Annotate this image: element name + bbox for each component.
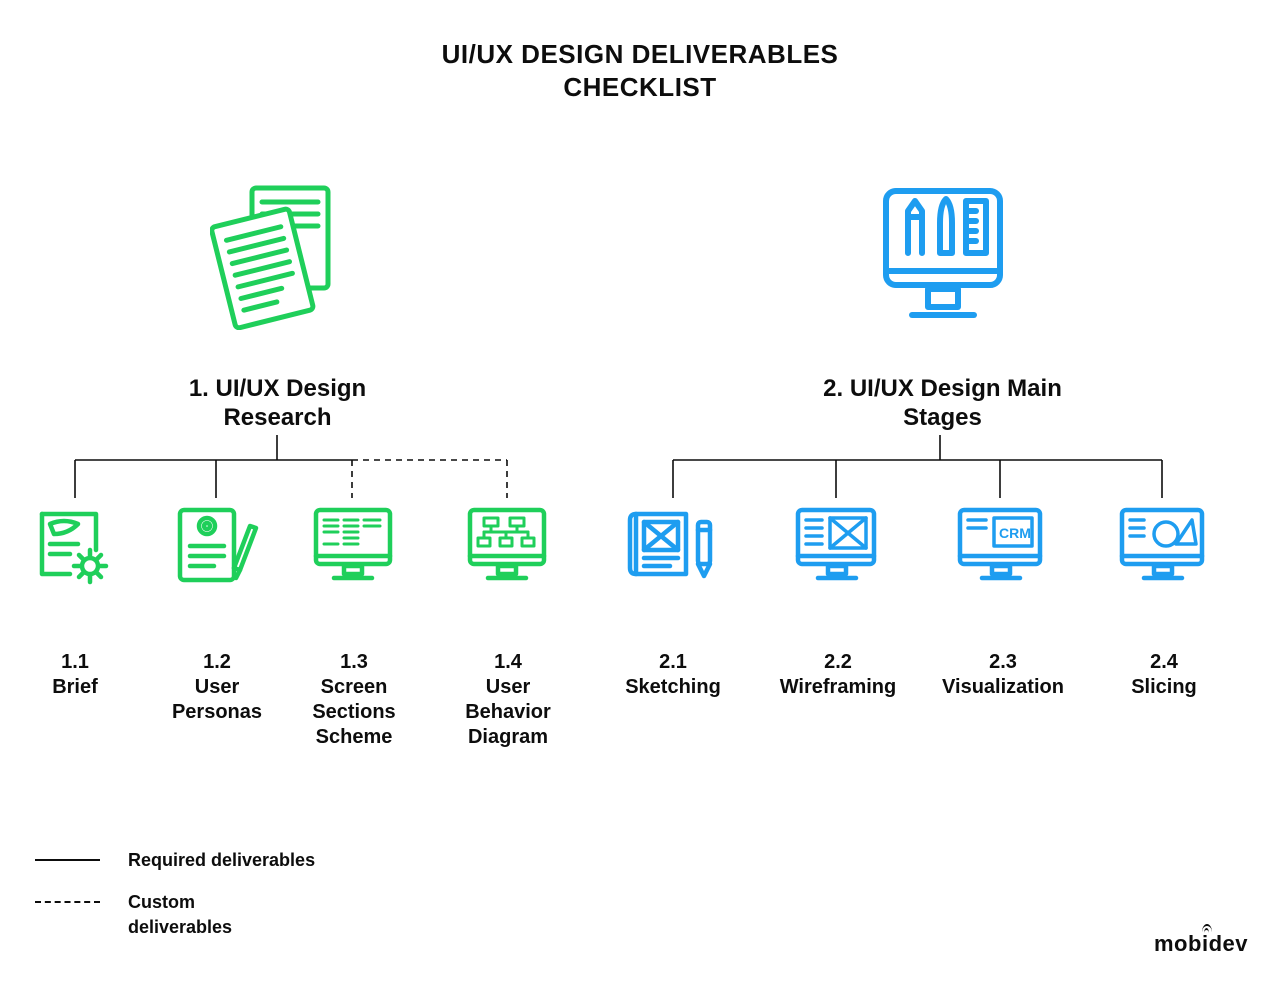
page-title: UI/UX DESIGN DELIVERABLES CHECKLIST [0,38,1280,103]
legend-custom: Custom deliverables [35,890,435,939]
leaf-1-4-num: 1.4 [494,651,522,673]
section-1-title-line2: Research [223,404,331,431]
visualization-icon: CRM [952,500,1048,595]
leaf-2-3-num: 2.3 [989,651,1017,673]
leaf-1-1-text: Brief [52,676,98,698]
section-1-title-line1: 1. UI/UX Design [189,375,366,402]
leaf-2-4-label: 2.4 Slicing [1110,650,1218,700]
section-1-title: 1. UI/UX Design Research [145,375,410,433]
mobidev-logo: mobidev [1154,931,1248,957]
legend-required: Required deliverables [35,848,435,872]
behavior-diagram-icon [462,500,552,595]
legend-line-dashed-icon [35,901,100,903]
section-2-title-line1: 2. UI/UX Design Main [823,375,1062,402]
leaf-1-1-label: 1.1 Brief [28,650,122,700]
leaf-1-4-label: 1.4 User Behavior Diagram [452,650,564,750]
leaf-1-1-num: 1.1 [61,651,89,673]
sketching-icon [622,500,722,595]
title-line-2: CHECKLIST [563,72,716,102]
wireframing-icon [790,500,882,595]
documents-icon [210,180,345,335]
leaf-1-3-text: Screen Sections Scheme [312,676,395,748]
connectors [0,0,1280,985]
leaf-2-2-text: Wireframing [780,676,897,698]
leaf-1-2-label: 1.2 User Personas [162,650,272,725]
diagram-page: UI/UX DESIGN DELIVERABLES CHECKLIST [0,0,1280,985]
legend-custom-line2: deliverables [128,917,232,937]
leaf-2-3-text: Visualization [942,676,1064,698]
leaf-2-3-label: 2.3 Visualization [928,650,1078,700]
leaf-1-3-num: 1.3 [340,651,368,673]
legend-custom-line1: Custom [128,892,195,912]
leaf-2-4-text: Slicing [1131,676,1197,698]
leaf-1-2-text: User Personas [172,676,262,723]
leaf-2-1-text: Sketching [625,676,721,698]
leaf-2-4-num: 2.4 [1150,651,1178,673]
leaf-2-2-num: 2.2 [824,651,852,673]
design-tools-icon [878,183,1008,338]
screen-sections-icon [308,500,398,595]
leaf-1-3-label: 1.3 Screen Sections Scheme [300,650,408,750]
svg-text:CRM: CRM [999,525,1031,541]
title-line-1: UI/UX DESIGN DELIVERABLES [442,39,839,69]
brief-gear-icon [30,500,120,595]
section-2-title-line2: Stages [903,404,982,431]
leaf-2-2-label: 2.2 Wireframing [764,650,912,700]
slicing-icon [1114,500,1210,595]
legend-required-text: Required deliverables [128,848,315,872]
persona-icon [170,500,262,595]
leaf-2-1-label: 2.1 Sketching [610,650,736,700]
section-2-title: 2. UI/UX Design Main Stages [795,375,1090,433]
leaf-2-1-num: 2.1 [659,651,687,673]
leaf-1-4-text: User Behavior Diagram [465,676,551,748]
legend-line-solid-icon [35,859,100,861]
leaf-1-2-num: 1.2 [203,651,231,673]
legend-custom-text: Custom deliverables [128,890,232,939]
legend: Required deliverables Custom deliverable… [35,848,435,957]
